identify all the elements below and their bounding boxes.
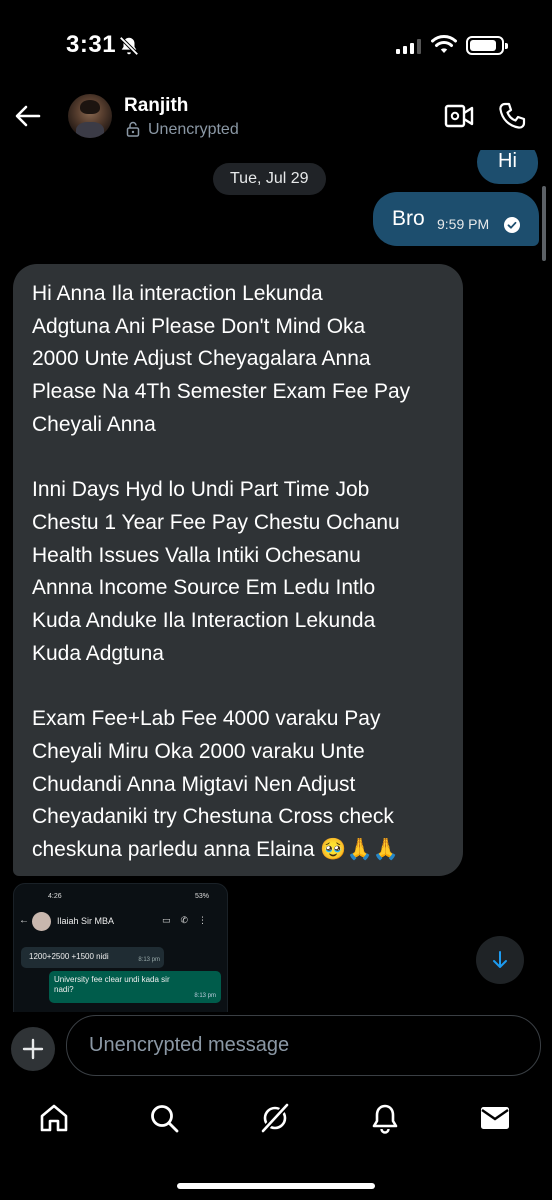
home-icon[interactable]	[38, 1102, 70, 1134]
avatar[interactable]	[68, 94, 112, 138]
outgoing-message-bubble[interactable]: Hi	[477, 150, 538, 184]
screenshot-back-icon: ←	[19, 915, 29, 926]
date-separator: Tue, Jul 29	[213, 163, 326, 195]
signal-icon	[396, 38, 421, 54]
battery-icon	[466, 36, 508, 55]
arrow-down-icon	[493, 951, 507, 968]
bottom-navigation	[0, 1088, 552, 1200]
messages-icon[interactable]	[479, 1102, 511, 1134]
chat-area[interactable]: Hi Tue, Jul 29 Bro 9:59 PM Hi Anna Ila i…	[0, 150, 552, 1012]
video-call-icon[interactable]	[444, 103, 474, 129]
attached-screenshot[interactable]: 4:26 53% ← Ilaiah Sir MBA ▭✆⋮ 1200+2500 …	[13, 883, 228, 1012]
scrollbar[interactable]	[542, 186, 546, 261]
wifi-icon	[431, 35, 457, 53]
incoming-message-bubble[interactable]: Hi Anna Ila interaction Lekunda Adgtuna …	[13, 264, 463, 876]
screenshot-header-icons: ▭✆⋮	[161, 915, 217, 925]
message-time: 9:59 PM	[437, 216, 490, 232]
outgoing-message-bubble[interactable]: Bro 9:59 PM	[373, 192, 539, 246]
encryption-status: Unencrypted	[148, 121, 239, 138]
read-check-icon	[504, 217, 520, 233]
status-time: 3:31	[66, 31, 117, 58]
screenshot-avatar	[32, 912, 51, 931]
scroll-to-bottom-button[interactable]	[476, 936, 524, 984]
message-text: Hi Anna Ila interaction Lekunda Adgtuna …	[32, 282, 411, 861]
home-indicator[interactable]	[177, 1183, 375, 1189]
message-text: Bro	[392, 207, 425, 230]
phone-call-icon[interactable]	[497, 101, 527, 131]
plus-icon	[22, 1038, 44, 1060]
message-input[interactable]	[66, 1015, 541, 1076]
back-arrow-icon[interactable]	[14, 102, 42, 130]
notifications-icon[interactable]	[369, 1102, 401, 1134]
bell-off-icon	[119, 36, 139, 56]
chat-header: Ranjith Unencrypted	[0, 84, 552, 150]
search-icon[interactable]	[148, 1102, 180, 1134]
unlock-icon	[126, 121, 140, 137]
contact-name[interactable]: Ranjith	[124, 95, 188, 117]
status-bar: 3:31	[0, 0, 552, 84]
add-attachment-button[interactable]	[11, 1027, 55, 1071]
screenshot-outgoing-bubble: University fee clear undi kada sir nadi?…	[49, 971, 221, 1003]
screenshot-incoming-bubble: 1200+2500 +1500 nidi 8:13 pm	[21, 947, 164, 968]
message-composer	[0, 1012, 552, 1088]
screenshot-contact-name: Ilaiah Sir MBA	[57, 916, 115, 926]
message-text: Hi	[498, 150, 517, 172]
grok-icon[interactable]	[259, 1102, 291, 1134]
